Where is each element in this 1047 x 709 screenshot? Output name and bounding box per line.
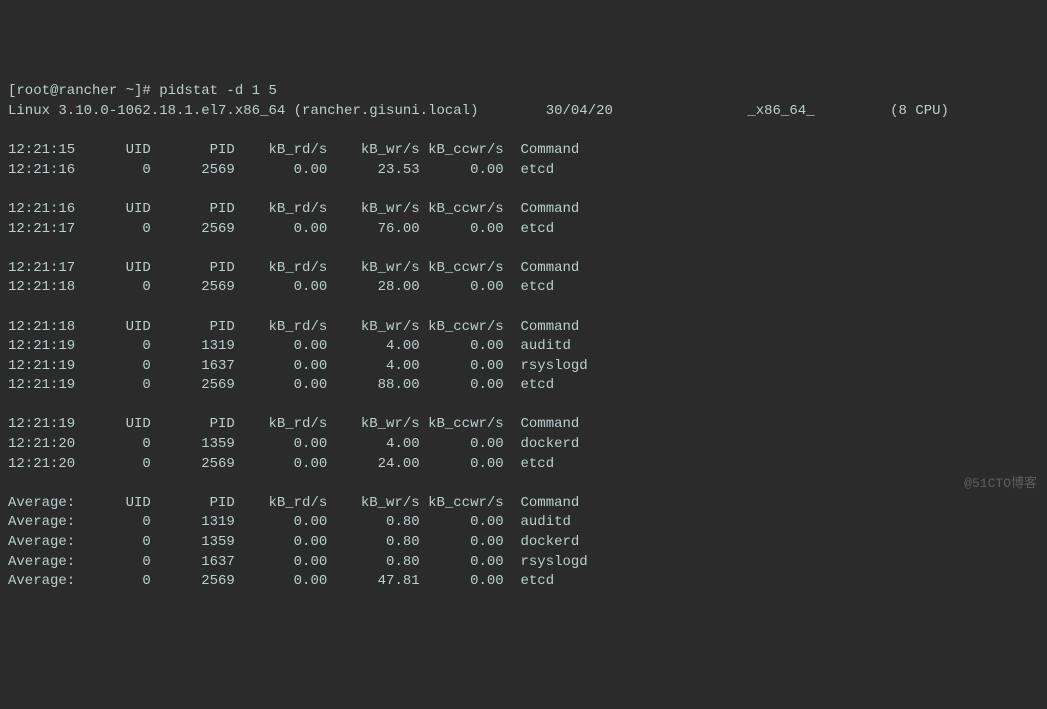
- pidstat-data-row: 12:21:19 0 1319 0.00 4.00 0.00 auditd: [8, 337, 1039, 357]
- shell-prompt[interactable]: [root@rancher ~]# pidstat -d 1 5: [8, 82, 1039, 102]
- pidstat-header-row: 12:21:16 UID PID kB_rd/s kB_wr/s kB_ccwr…: [8, 200, 1039, 220]
- pidstat-average-header: Average: UID PID kB_rd/s kB_wr/s kB_ccwr…: [8, 494, 1039, 514]
- blank-line: [8, 474, 1039, 494]
- watermark-text: @51CTO博客: [964, 475, 1037, 493]
- pidstat-data-row: 12:21:16 0 2569 0.00 23.53 0.00 etcd: [8, 161, 1039, 181]
- pidstat-average-row: Average: 0 1637 0.00 0.80 0.00 rsyslogd: [8, 553, 1039, 573]
- blank-line: [8, 239, 1039, 259]
- pidstat-data-row: 12:21:18 0 2569 0.00 28.00 0.00 etcd: [8, 278, 1039, 298]
- blank-line: [8, 122, 1039, 142]
- pidstat-data-row: 12:21:17 0 2569 0.00 76.00 0.00 etcd: [8, 220, 1039, 240]
- pidstat-data-row: 12:21:19 0 2569 0.00 88.00 0.00 etcd: [8, 376, 1039, 396]
- pidstat-average-row: Average: 0 2569 0.00 47.81 0.00 etcd: [8, 572, 1039, 592]
- pidstat-header-row: 12:21:19 UID PID kB_rd/s kB_wr/s kB_ccwr…: [8, 415, 1039, 435]
- pidstat-data-row: 12:21:20 0 1359 0.00 4.00 0.00 dockerd: [8, 435, 1039, 455]
- blank-line: [8, 180, 1039, 200]
- pidstat-data-row: 12:21:20 0 2569 0.00 24.00 0.00 etcd: [8, 455, 1039, 475]
- terminal-output: [root@rancher ~]# pidstat -d 1 5Linux 3.…: [8, 82, 1039, 591]
- pidstat-data-row: 12:21:19 0 1637 0.00 4.00 0.00 rsyslogd: [8, 357, 1039, 377]
- pidstat-header-row: 12:21:18 UID PID kB_rd/s kB_wr/s kB_ccwr…: [8, 318, 1039, 338]
- pidstat-average-row: Average: 0 1359 0.00 0.80 0.00 dockerd: [8, 533, 1039, 553]
- blank-line: [8, 396, 1039, 416]
- blank-line: [8, 298, 1039, 318]
- pidstat-average-row: Average: 0 1319 0.00 0.80 0.00 auditd: [8, 513, 1039, 533]
- system-info-line: Linux 3.10.0-1062.18.1.el7.x86_64 (ranch…: [8, 102, 1039, 122]
- pidstat-header-row: 12:21:15 UID PID kB_rd/s kB_wr/s kB_ccwr…: [8, 141, 1039, 161]
- pidstat-header-row: 12:21:17 UID PID kB_rd/s kB_wr/s kB_ccwr…: [8, 259, 1039, 279]
